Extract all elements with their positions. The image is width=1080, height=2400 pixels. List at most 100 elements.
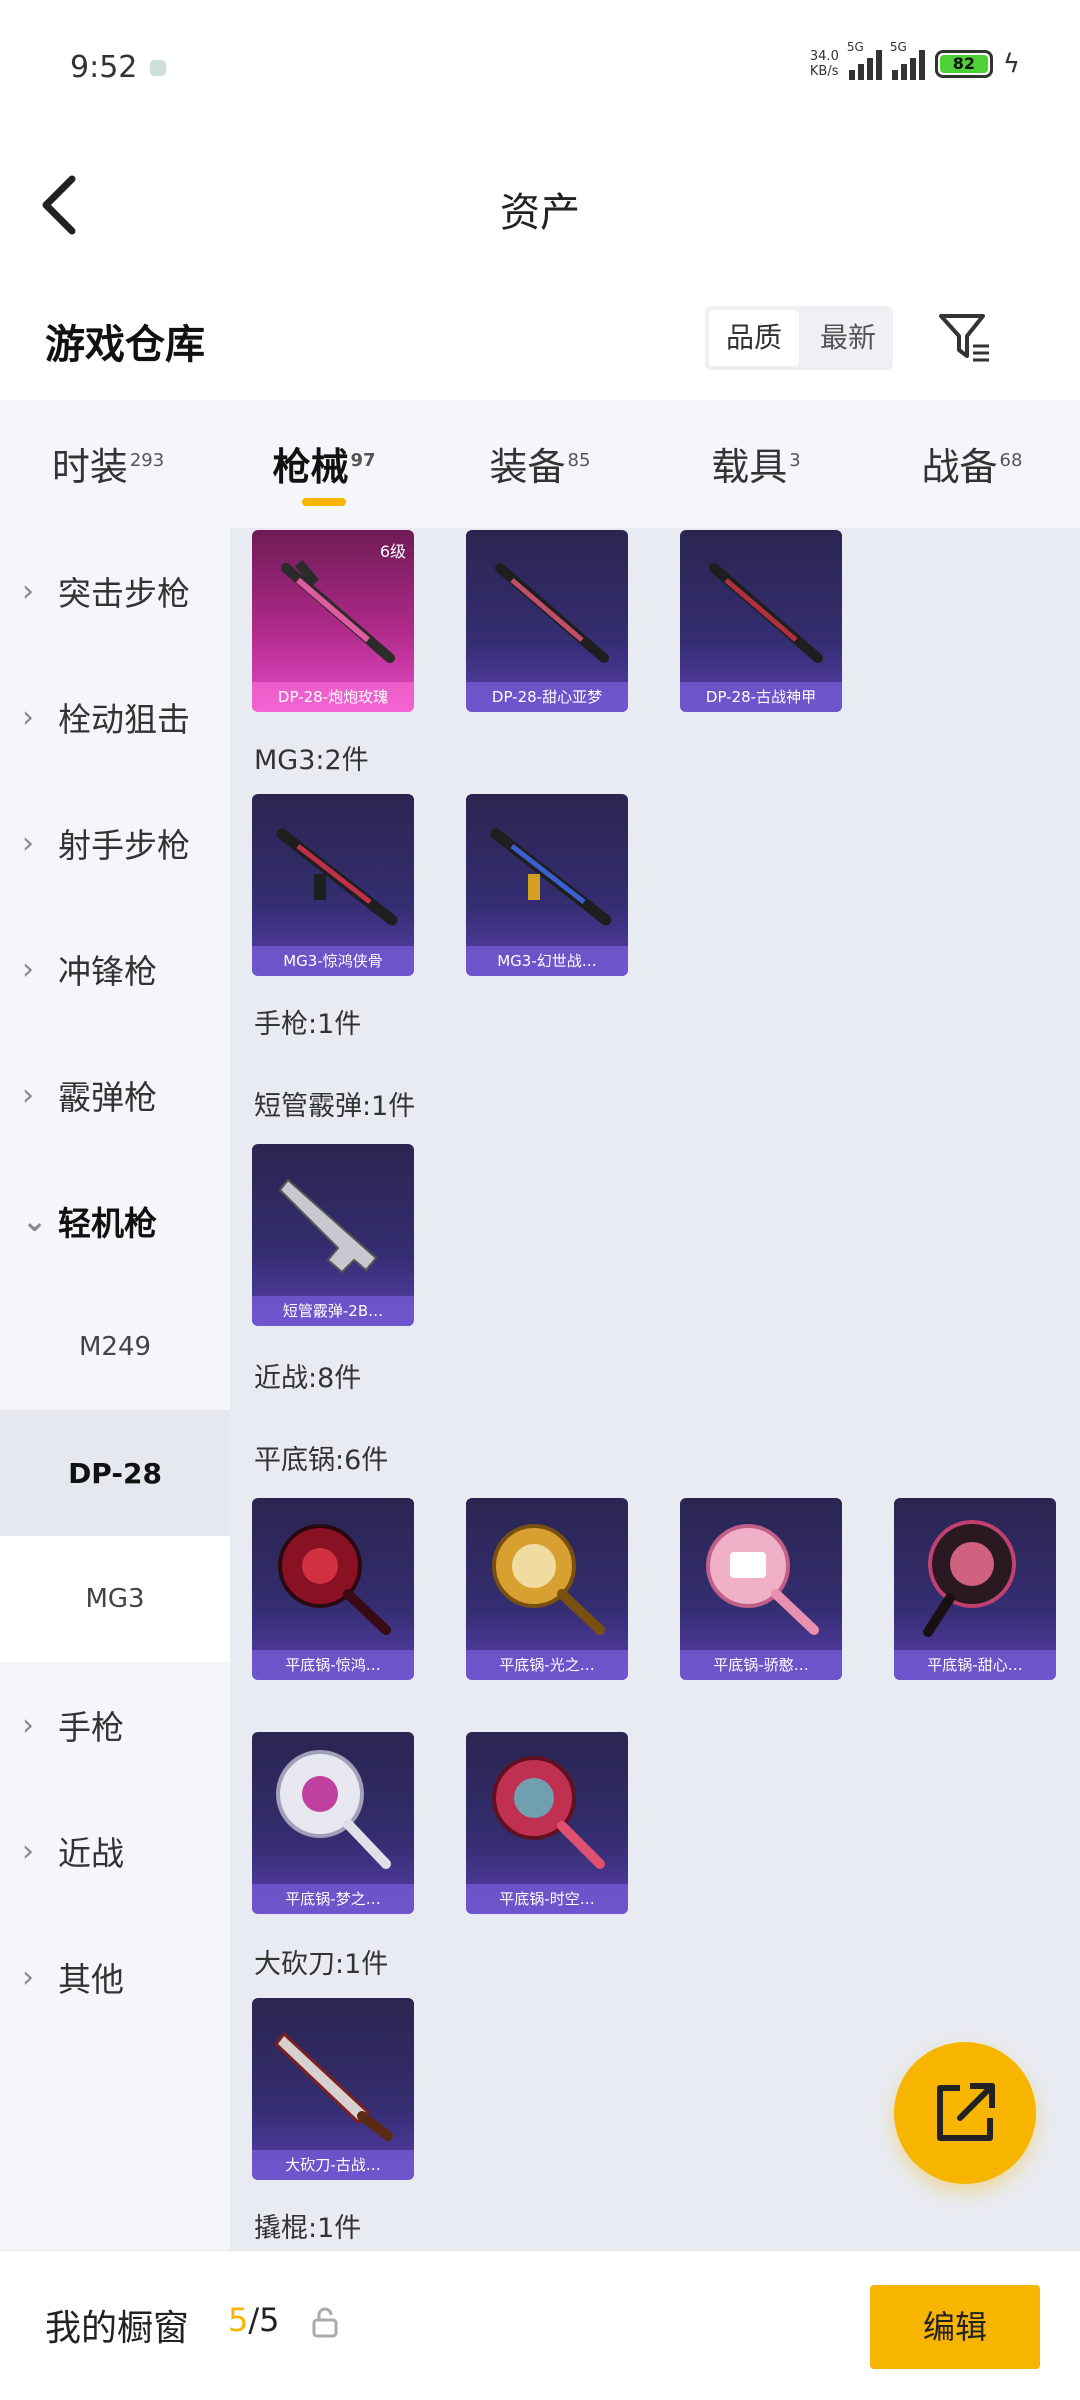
item-card[interactable]: DP-28-甜心亚梦 — [466, 530, 628, 712]
sidebar-item-label: 轻机枪 — [58, 1204, 157, 1243]
item-card[interactable]: 平底锅-光之… — [466, 1498, 628, 1680]
item-caption: 大砍刀-古战… — [252, 2150, 414, 2180]
sidebar-item-smg[interactable]: › 冲锋枪 — [0, 906, 230, 1032]
status-bar: 9:52 34.0 KB/s 5G 5G 82 ϟ — [0, 0, 1080, 140]
signal-label-2: 5G — [889, 40, 907, 54]
net-speed-value: 34.0 — [809, 49, 839, 64]
item-card[interactable]: 6级 DP-28-炮炮玫瑰 — [252, 530, 414, 712]
item-card[interactable]: 平底锅-骄憨… — [680, 1498, 842, 1680]
sidebar-item-label: 突击步枪 — [58, 574, 190, 613]
sidebar-item-other[interactable]: › 其他 — [0, 1914, 230, 2040]
item-caption: 短管霰弹-2B… — [252, 1296, 414, 1326]
item-card[interactable]: 平底锅-梦之… — [252, 1732, 414, 1914]
item-caption: 平底锅-骄憨… — [680, 1650, 842, 1680]
item-card[interactable]: MG3-惊鸿侠骨 — [252, 794, 414, 976]
share-button[interactable] — [894, 2042, 1036, 2184]
showcase-counter: 5/5 — [228, 2301, 280, 2339]
item-caption: 平底锅-甜心… — [894, 1650, 1056, 1680]
tab-count: 85 — [567, 450, 591, 472]
sort-newest[interactable]: 最新 — [803, 306, 893, 370]
item-caption: 平底锅-梦之… — [252, 1884, 414, 1914]
pan-icon — [492, 1524, 605, 1635]
tab-count: 293 — [129, 450, 165, 472]
sidebar-item-label: 霰弹枪 — [58, 1078, 157, 1117]
edit-button[interactable]: 编辑 — [870, 2285, 1040, 2369]
sidebar-subitem-dp28[interactable]: DP-28 — [0, 1410, 230, 1536]
item-caption: MG3-幻世战… — [466, 946, 628, 976]
charging-icon: ϟ — [1002, 49, 1020, 79]
item-card[interactable]: 短管霰弹-2B… — [252, 1144, 414, 1326]
sidebar-subitem-mg3[interactable]: MG3 — [0, 1536, 230, 1662]
tab-fashion[interactable]: 时装 293 — [0, 400, 216, 528]
item-card[interactable]: MG3-幻世战… — [466, 794, 628, 976]
pan-icon — [492, 1756, 605, 1869]
net-speed-unit: KB/s — [809, 64, 839, 79]
chevron-down-icon: ⌄ — [22, 1203, 48, 1239]
filter-icon — [939, 314, 989, 362]
item-caption: DP-28-古战神甲 — [680, 682, 842, 712]
notification-icon — [150, 60, 166, 76]
tab-vehicles[interactable]: 载具 3 — [648, 400, 864, 528]
chevron-right-icon: › — [22, 1077, 34, 1113]
sidebar-item-assault-rifle[interactable]: › 突击步枪 — [0, 528, 230, 654]
status-indicators: 34.0 KB/s 5G 5G 82 ϟ — [810, 40, 1020, 80]
machine-gun-icon — [276, 828, 398, 926]
sort-quality[interactable]: 品质 — [709, 310, 799, 366]
showcase-title: 我的橱窗 — [45, 2308, 190, 2349]
chevron-right-icon: › — [22, 573, 34, 609]
showcase-total: 5 — [259, 2301, 280, 2339]
tab-guns[interactable]: 枪械 97 — [216, 400, 432, 528]
section-label-machete: 大砍刀:1件 — [254, 1949, 389, 1980]
tab-label: 枪械 — [272, 445, 349, 489]
sidebar-item-label: 其他 — [58, 1960, 124, 1999]
section-label-shotgun: 短管霰弹:1件 — [254, 1091, 416, 1122]
item-card[interactable]: 大砍刀-古战… — [252, 1998, 414, 2180]
chevron-right-icon: › — [22, 1707, 34, 1743]
section-label-pistol: 手枪:1件 — [254, 1009, 362, 1040]
nav-title: 资产 — [500, 190, 580, 236]
shotgun-icon — [278, 1178, 378, 1274]
item-card[interactable]: 平底锅-甜心… — [894, 1498, 1056, 1680]
external-link-icon — [937, 2083, 995, 2141]
item-grid: 6级 DP-28-炮炮玫瑰 DP-28-甜心亚梦 DP-28-古战神甲 MG3:… — [230, 528, 1080, 2250]
tab-label: 装备 — [489, 445, 566, 489]
tab-equipment[interactable]: 装备 85 — [432, 400, 648, 528]
sidebar-item-lmg[interactable]: ⌄ 轻机枪 — [0, 1158, 230, 1284]
sidebar-item-dmr[interactable]: › 射手步枪 — [0, 780, 230, 906]
lock-icon[interactable] — [310, 2306, 340, 2344]
sidebar-subitem-m249[interactable]: M249 — [0, 1284, 230, 1410]
signal-label-1: 5G — [846, 40, 864, 54]
item-caption: DP-28-甜心亚梦 — [466, 682, 628, 712]
tab-gear[interactable]: 战备 68 — [864, 400, 1080, 528]
page-title: 游戏仓库 — [45, 322, 205, 368]
chevron-right-icon: › — [22, 1959, 34, 1995]
chevron-right-icon: › — [22, 951, 34, 987]
item-card[interactable]: 平底锅-时空… — [466, 1732, 628, 1914]
side-nav: › 突击步枪 › 栓动狙击 › 射手步枪 › 冲锋枪 › 霰弹枪 ⌄ 轻机枪 M249 DP… — [0, 528, 230, 2250]
sidebar-item-melee[interactable]: › 近战 — [0, 1788, 230, 1914]
machete-icon — [273, 2031, 393, 2141]
item-caption: MG3-惊鸿侠骨 — [252, 946, 414, 976]
filter-button[interactable] — [935, 308, 995, 368]
showcase-current: 5 — [228, 2301, 249, 2339]
item-card[interactable]: 平底锅-惊鸿… — [252, 1498, 414, 1680]
chevron-right-icon: › — [22, 825, 34, 861]
tab-label: 时装 — [51, 445, 128, 489]
item-caption: 平底锅-光之… — [466, 1650, 628, 1680]
pan-icon — [706, 1524, 819, 1635]
pan-icon — [923, 1520, 1016, 1637]
chevron-right-icon: › — [22, 1833, 34, 1869]
item-card[interactable]: DP-28-古战神甲 — [680, 530, 842, 712]
signal-icon-2: 5G — [890, 40, 925, 80]
sidebar-item-bolt-sniper[interactable]: › 栓动狙击 — [0, 654, 230, 780]
rifle-icon — [495, 563, 609, 663]
nav-bar: 资产 — [0, 140, 1080, 270]
net-speed: 34.0 KB/s — [810, 49, 839, 79]
sidebar-item-shotgun[interactable]: › 霰弹枪 — [0, 1032, 230, 1158]
pan-icon — [276, 1750, 391, 1869]
category-tabs: 时装 293 枪械 97 装备 85 载具 3 战备 68 — [0, 400, 1080, 528]
signal-icon-1: 5G — [847, 40, 882, 80]
header-row: 游戏仓库 品质 最新 — [0, 280, 1080, 400]
sort-toggle: 品质 最新 — [705, 306, 893, 370]
sidebar-item-pistol[interactable]: › 手枪 — [0, 1662, 230, 1788]
